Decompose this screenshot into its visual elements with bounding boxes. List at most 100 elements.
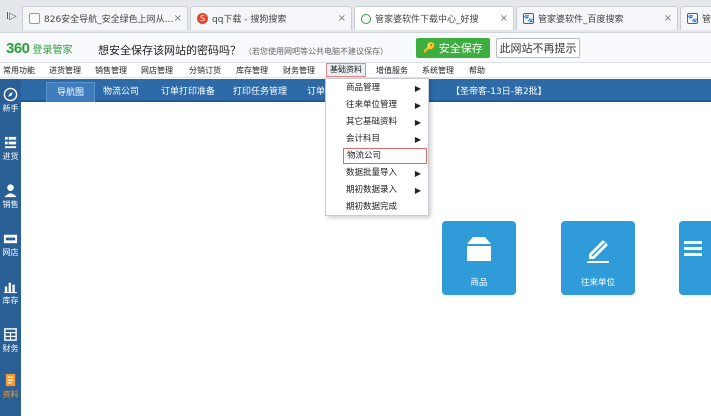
sidebar-item-label: 销售 [2,200,19,209]
menu-finance[interactable]: 财务管理 [283,65,315,76]
sidebar-item-sales[interactable]: 销售 [0,183,21,210]
browser-tab-baidu[interactable]: 🐾 管家婆软件_百度搜索 × [516,6,678,30]
tab-order[interactable]: 订单 [307,84,325,97]
dropdown-item-batch-import[interactable]: 数据批量导入 ▶ [326,165,428,182]
tab-scroll-control[interactable]: I▷ [6,11,17,22]
close-icon[interactable]: × [338,13,346,24]
browser-tab-826-nav[interactable]: 826安全导航_安全绿色上网从… × [22,6,188,30]
safe-save-label: 安全保存 [438,42,483,55]
password-prompt: 想安全保存该网站的密码吗？ （若您使用网吧等公共电脑不建议保存） [98,42,388,58]
document-icon [5,373,16,387]
tab-order-print-prep[interactable]: 订单打印准备 [161,84,215,97]
page-icon [29,13,40,24]
menu-value-added[interactable]: 增值服务 [376,65,408,76]
password-prompt-hint: （若您使用网吧等公共电脑不建议保存） [244,47,388,56]
sidebar-item-label: 新手 [2,104,19,113]
sidebar-item-purchase[interactable]: 进货 [0,135,21,162]
dropdown-item-opening-complete[interactable]: 期初数据完成 [326,199,428,216]
close-icon[interactable]: × [664,13,672,24]
sidebar-item-basic-data[interactable]: 资料 [0,373,21,400]
menu-distribution[interactable]: 分销订货 [189,65,221,76]
dropdown-item-label: 往来单位管理 [346,100,398,110]
sidebar-item-finance[interactable]: 财务 [0,327,21,354]
tab-navigation-map[interactable]: 导航图 [46,82,96,102]
close-icon[interactable]: × [500,13,508,24]
barchart-icon [3,282,18,294]
menu-basic-data[interactable]: 基础资料 [326,63,366,77]
submenu-arrow-icon: ▶ [414,186,421,195]
submenu-arrow-icon: ▶ [414,169,421,178]
tab-batch-label[interactable]: 【圣帝客-13日-第2批】 [451,84,547,97]
password-save-bar: 360 登录管家 想安全保存该网站的密码吗？ （若您使用网吧等公共电脑不建议保存） … [0,33,711,63]
submenu-arrow-icon: ▶ [414,135,421,144]
dropdown-item-label: 数据批量导入 [346,168,398,178]
box-icon [467,237,491,261]
left-sidebar: 新手 进货 销售 网店 库存 财务 资料 [0,79,21,416]
tile-trading-partners[interactable]: 往来单位 [561,221,635,295]
dropdown-item-label: 会计科目 [346,134,381,144]
browser-tab-title: 管家婆软件下载中心_好搜 [375,15,479,25]
dropdown-item-partner-manage[interactable]: 往来单位管理 ▶ [326,97,428,114]
safe-save-button[interactable]: 🔑 安全保存 [416,38,490,58]
tab-logistics-company[interactable]: 物流公司 [103,84,139,97]
dropdown-item-product-manage[interactable]: 商品管理 ▶ [326,80,428,97]
logo-subtitle: 登录管家 [32,45,73,56]
browser-tab-title: qq下载 - 搜狗搜索 [212,15,287,25]
password-prompt-message: 想安全保存该网站的密码吗？ [98,44,241,57]
dropdown-item-other-basic-data[interactable]: 其它基础资料 ▶ [326,114,428,131]
compass-icon [3,87,18,102]
dropdown-item-label: 期初数据录入 [346,185,398,195]
sidebar-item-inventory[interactable]: 库存 [0,279,21,306]
sidebar-item-eshop[interactable]: 网店 [0,231,21,258]
pen-icon [587,240,609,263]
browser-tabstrip: I▷ 826安全导航_安全绿色上网从… × S qq下载 - 搜狗搜索 × 管家… [0,0,711,33]
menu-sales[interactable]: 销售管理 [95,65,127,76]
submenu-arrow-icon: ▶ [414,101,421,110]
baidu-icon: 🐾 [523,13,534,24]
shop-icon [3,234,18,244]
sidebar-item-label: 财务 [2,344,19,353]
search-q-icon [361,13,371,24]
browser-tab-title: 管 [702,15,711,25]
sidebar-item-label: 资料 [2,390,19,399]
dropdown-item-accounting-subject[interactable]: 会计科目 ▶ [326,131,428,148]
sidebar-item-label: 网店 [2,248,19,257]
dropdown-item-logistics-company[interactable]: 物流公司 [343,148,427,164]
sogou-icon: S [197,13,208,24]
dropdown-item-label: 期初数据完成 [346,202,398,212]
sidebar-item-label: 进货 [2,152,19,161]
baidu-icon: 🐾 [687,13,698,24]
tile-products[interactable]: 商品 [442,221,516,295]
browser-tab-partial[interactable]: 🐾 管 [680,6,711,30]
main-menubar: 常用功能 进货管理 销售管理 网店管理 分销订货 库存管理 财务管理 基础资料 … [0,63,711,78]
browser-tab-haosou[interactable]: 管家婆软件下载中心_好搜 × [354,6,514,30]
browser-tab-title: 管家婆软件_百度搜索 [538,15,624,25]
submenu-arrow-icon: ▶ [414,84,421,93]
tile-label: 商品 [470,278,488,288]
menu-purchase[interactable]: 进货管理 [49,65,81,76]
tab-print-task-manage[interactable]: 打印任务管理 [233,84,287,97]
submenu-arrow-icon: ▶ [414,118,421,127]
dropdown-item-opening-entry[interactable]: 期初数据录入 ▶ [326,182,428,199]
never-prompt-button[interactable]: 此网站不再提示 [496,38,580,58]
logo-text: 360 [6,40,30,57]
list-icon [4,136,17,149]
key-icon: 🔑 [423,42,436,54]
browser-tab-sogou[interactable]: S qq下载 - 搜狗搜索 × [190,6,352,30]
close-icon[interactable]: × [174,13,182,24]
dropdown-item-label: 商品管理 [346,83,381,93]
menu-common[interactable]: 常用功能 [3,65,35,76]
menu-help[interactable]: 帮助 [469,65,485,76]
tile-label: 往来单位 [580,278,615,288]
tile-logistics-partial[interactable] [679,221,711,295]
truck-icon [684,241,702,256]
menu-system[interactable]: 系统管理 [422,65,454,76]
browser-tab-title: 826安全导航_安全绿色上网从… [44,15,174,25]
logo-360: 360 登录管家 [6,40,73,57]
basic-data-dropdown: 商品管理 ▶ 往来单位管理 ▶ 其它基础资料 ▶ 会计科目 ▶ 物流公司 数据批… [325,78,429,216]
sidebar-item-label: 库存 [2,296,19,305]
sidebar-item-novice[interactable]: 新手 [0,87,21,114]
calculator-icon [4,328,17,341]
menu-eshop[interactable]: 网店管理 [141,65,173,76]
menu-inventory[interactable]: 库存管理 [236,65,268,76]
